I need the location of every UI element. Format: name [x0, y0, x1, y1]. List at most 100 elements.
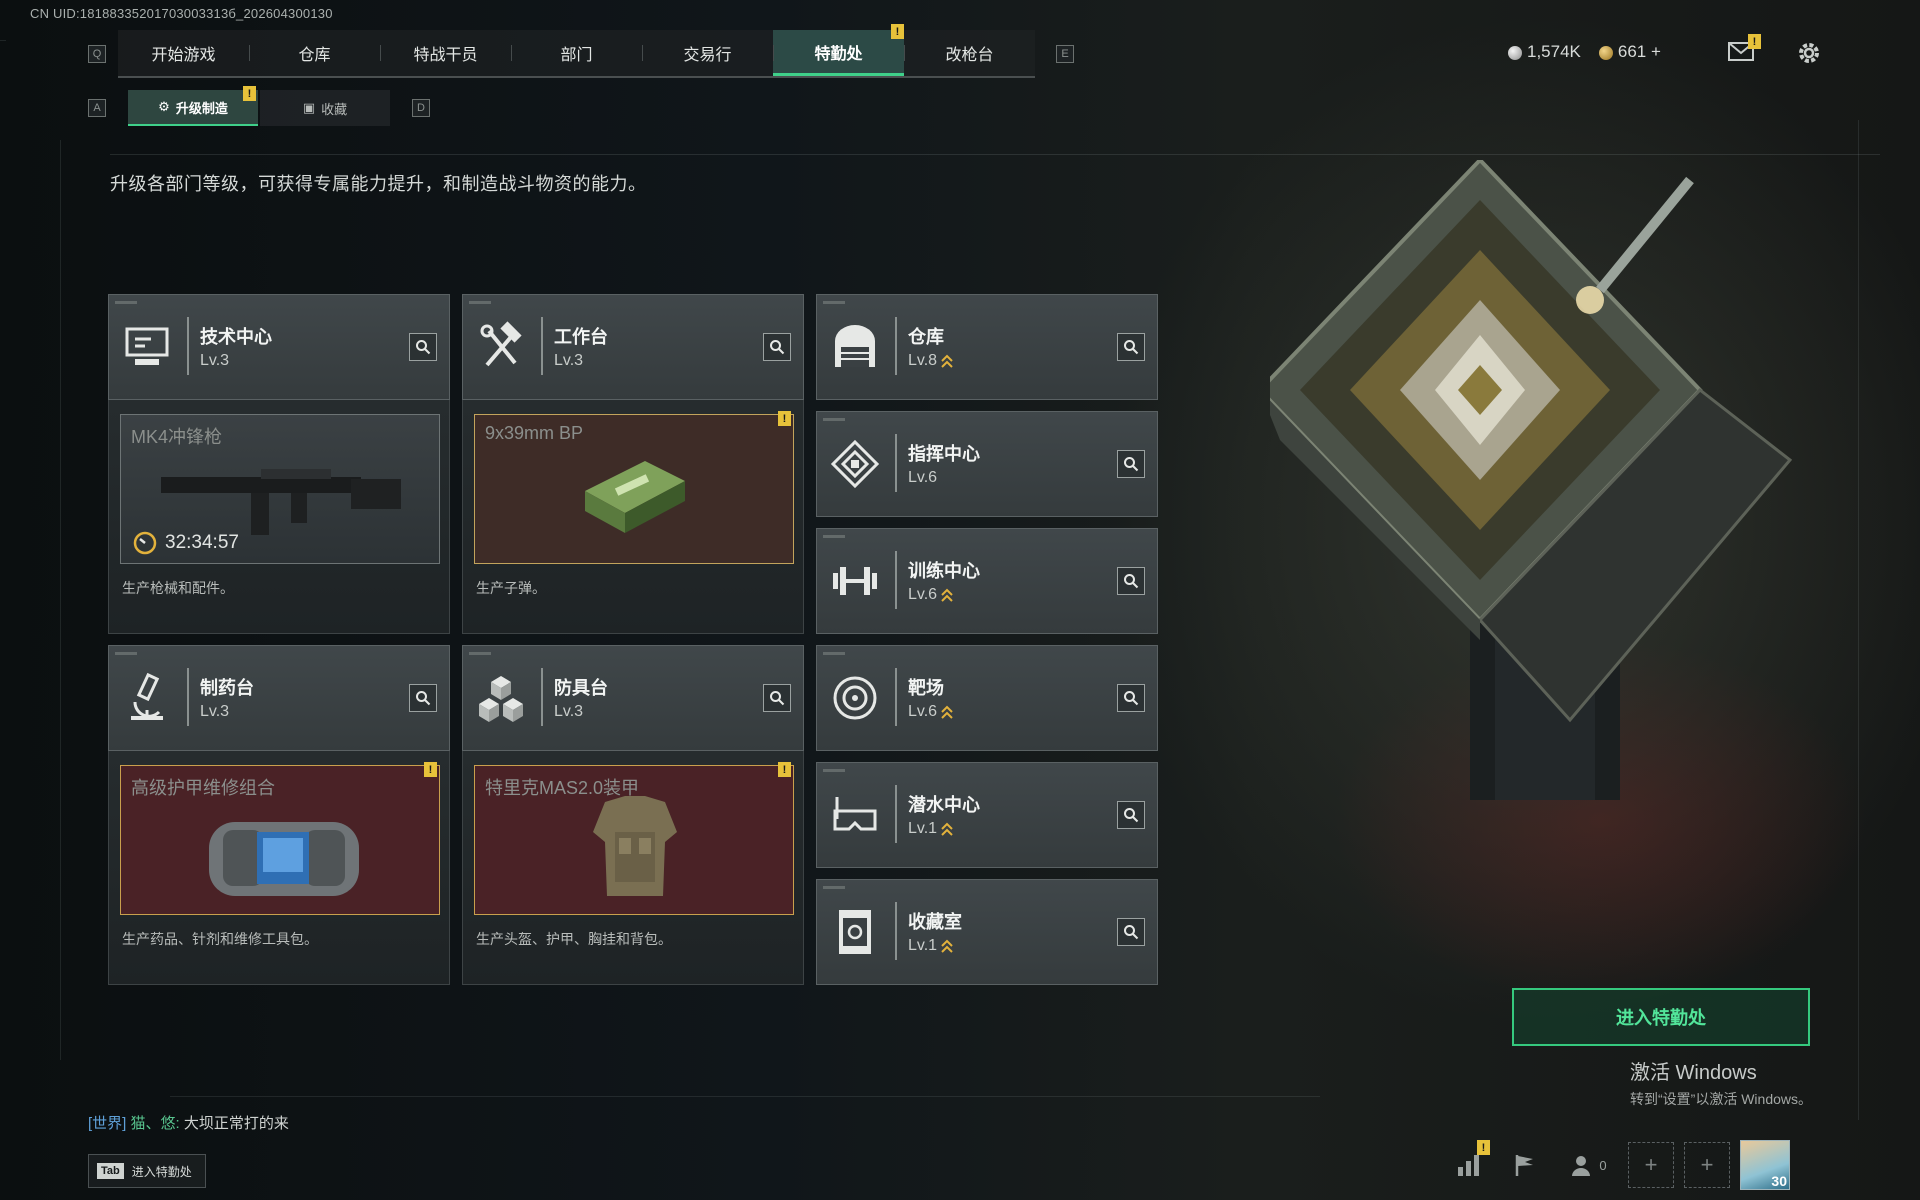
dept-level: Lv.3 [554, 352, 583, 370]
team-slot[interactable]: + [1628, 1142, 1674, 1188]
dept-card-shooting-range[interactable]: 靶场 Lv.6 [816, 645, 1158, 751]
collection-cabinet-icon [839, 910, 871, 954]
subtab-upgrade-craft-label: 升级制造 [175, 100, 228, 116]
flag-button[interactable] [1502, 1142, 1548, 1188]
subtab-next-key-hint[interactable]: D [412, 99, 430, 117]
bottom-toolbar: ! 0 + + 30 [1446, 1140, 1790, 1190]
decor-line [469, 652, 491, 655]
dept-level: Lv.1 [908, 937, 953, 955]
enter-special-ops-button[interactable]: 进入特勤处 [1512, 988, 1810, 1046]
inspect-button[interactable] [409, 333, 437, 361]
alert-icon: ! [243, 86, 256, 101]
tab-trading[interactable]: 交易行 [642, 30, 773, 76]
dept-name: 收藏室 [908, 912, 962, 932]
gold-currency[interactable]: 661 + [1598, 42, 1661, 62]
nav-prev-key-hint[interactable]: Q [88, 45, 106, 63]
chat-message[interactable]: [世界] 猫、悠: 大坝正常打的来 [88, 1112, 289, 1133]
tab-key-hint[interactable]: Tab 进入特勤处 [88, 1154, 206, 1188]
search-icon [1124, 340, 1139, 355]
diving-mask-icon [833, 797, 877, 831]
search-icon [1124, 574, 1139, 589]
production-timer: 32:34:57 [133, 531, 239, 555]
mail-button[interactable]: ! [1728, 34, 1761, 62]
search-icon [770, 691, 785, 706]
decor-line [0, 40, 6, 41]
dept-description: 生产药品、针剂和维修工具包。 [122, 931, 318, 947]
nav-tab-bar: 开始游戏 仓库 特战干员 部门 交易行 特勤处 ! 改枪台 [118, 24, 1035, 78]
tab-start-game[interactable]: 开始游戏 [118, 30, 249, 76]
target-icon [833, 676, 877, 720]
nav-next-key-hint[interactable]: E [1056, 45, 1074, 63]
dept-card-tech-center[interactable]: 技术中心 Lv.3 [108, 294, 450, 400]
upgrade-available-icon [941, 939, 953, 953]
tab-operators[interactable]: 特战干员 [380, 30, 511, 76]
production-timer-text: 32:34:57 [165, 532, 239, 553]
silver-currency[interactable]: 1,574K [1508, 42, 1581, 62]
subtab-prev-key-hint[interactable]: A [88, 99, 106, 117]
decor-line [1858, 120, 1859, 1120]
tab-departments[interactable]: 部门 [511, 30, 642, 76]
timer-icon [133, 531, 157, 555]
production-item-name: 9x39mm BP [485, 423, 584, 443]
dept-name: 潜水中心 [908, 795, 980, 815]
stats-button[interactable]: ! [1446, 1140, 1492, 1188]
friends-button[interactable]: 0 [1558, 1142, 1618, 1188]
activate-windows-title: 激活 Windows [1630, 1062, 1757, 1084]
dept-card-command-center[interactable]: 指挥中心 Lv.6 [816, 411, 1158, 517]
decor-line [823, 769, 845, 772]
dept-name: 技术中心 [200, 327, 272, 347]
dept-level: Lv.6 [908, 586, 953, 604]
alert-icon: ! [778, 762, 791, 777]
activate-windows-watermark: 激活 Windows 转到“设置”以激活 Windows。 [1630, 1056, 1812, 1109]
inspect-button[interactable] [409, 684, 437, 712]
dept-name: 靶场 [908, 678, 944, 698]
player-avatar[interactable]: 30 [1740, 1140, 1790, 1190]
dept-card-workbench[interactable]: 工作台 Lv.3 [462, 294, 804, 400]
microscope-icon [131, 672, 163, 720]
dept-card-diving-center[interactable]: 潜水中心 Lv.1 [816, 762, 1158, 868]
dept-card-training-center[interactable]: 训练中心 Lv.6 [816, 528, 1158, 634]
tab-special-ops-label: 特勤处 [814, 45, 863, 63]
search-icon [1124, 808, 1139, 823]
divider [187, 317, 189, 375]
hammer-wrench-icon [480, 321, 522, 367]
inspect-button[interactable] [1117, 918, 1145, 946]
dept-level-text: Lv.6 [908, 469, 938, 486]
dept-card-collection-room[interactable]: 收藏室 Lv.1 [816, 879, 1158, 985]
dept-description: 生产枪械和配件。 [122, 580, 234, 596]
inspect-button[interactable] [1117, 567, 1145, 595]
user-uid-label: CN UID:18188335201703003313б_20260430013… [30, 6, 333, 21]
production-slot-pharmacy[interactable]: 高级护甲维修组合 ! [120, 762, 440, 915]
inspect-button[interactable] [1117, 450, 1145, 478]
dept-card-armor[interactable]: 防具台 Lv.3 [462, 645, 804, 751]
subtab-collection[interactable]: ▣ 收藏 [260, 90, 390, 126]
alert-icon: ! [778, 411, 791, 426]
tab-warehouse[interactable]: 仓库 [249, 30, 380, 76]
alert-icon: ! [891, 24, 904, 39]
dept-card-pharmacy[interactable]: 制药台 Lv.3 [108, 645, 450, 751]
production-slot-tech-center[interactable]: MK4冲锋枪 32:34:57 [120, 414, 440, 564]
decor-line [60, 140, 61, 1060]
alert-icon: ! [1477, 1140, 1490, 1155]
subtab-upgrade-craft[interactable]: ⚙ 升级制造 ! [128, 86, 258, 126]
dept-level: Lv.8 [908, 352, 953, 370]
inspect-button[interactable] [1117, 801, 1145, 829]
team-slot[interactable]: + [1684, 1142, 1730, 1188]
inspect-button[interactable] [1117, 333, 1145, 361]
dept-level-text: Lv.1 [908, 820, 938, 837]
inspect-button[interactable] [763, 684, 791, 712]
tab-gunsmith[interactable]: 改枪台 [904, 30, 1035, 76]
settings-button[interactable] [1796, 40, 1822, 66]
dept-level: Lv.3 [554, 703, 583, 721]
cube-machine-illustration [1257, 157, 1830, 800]
gold-amount: 661 [1617, 42, 1647, 61]
inspect-button[interactable] [763, 333, 791, 361]
dept-card-warehouse[interactable]: 仓库 Lv.8 [816, 294, 1158, 400]
inspect-button[interactable] [1117, 684, 1145, 712]
production-slot-workbench[interactable]: 9x39mm BP ! [474, 411, 794, 564]
gold-add-button[interactable]: + [1651, 42, 1661, 61]
decor-line [823, 301, 845, 304]
production-item-name: MK4冲锋枪 [131, 427, 223, 447]
production-slot-armor[interactable]: 特里克MAS2.0装甲 ! [474, 762, 794, 915]
tab-special-ops[interactable]: 特勤处 ! [773, 24, 904, 76]
